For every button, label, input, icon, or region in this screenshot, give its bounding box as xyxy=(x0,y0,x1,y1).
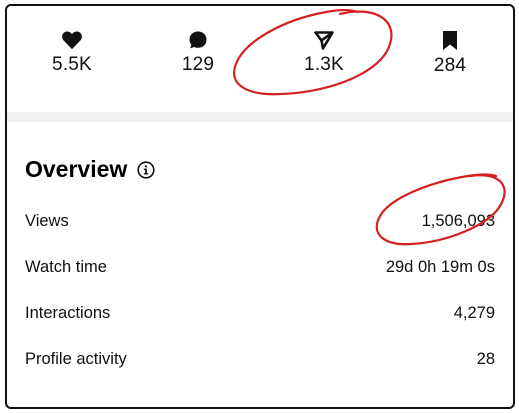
bookmark-icon xyxy=(443,31,457,50)
metric-label: Views xyxy=(25,211,69,230)
info-icon[interactable] xyxy=(137,160,155,179)
engagement-stats: 5.5K 129 1.3K 284 xyxy=(7,6,513,112)
share-icon xyxy=(314,31,334,50)
metric-value: 4,279 xyxy=(453,303,495,322)
metric-row-profile-activity: Profile activity 28 xyxy=(25,347,495,371)
saves-stat[interactable]: 284 xyxy=(410,30,490,77)
metric-label: Profile activity xyxy=(25,349,127,368)
saves-count: 284 xyxy=(433,55,467,76)
likes-count: 5.5K xyxy=(52,54,92,75)
section-divider xyxy=(7,112,513,122)
metric-value: 1,506,093 xyxy=(421,211,495,230)
likes-stat[interactable]: 5.5K xyxy=(32,30,112,76)
shares-stat[interactable]: 1.3K xyxy=(284,30,364,76)
post-insights-panel: 5.5K 129 1.3K 284 Overview Views 1,506,0… xyxy=(5,4,515,409)
shares-count: 1.3K xyxy=(304,54,344,75)
metric-value: 28 xyxy=(476,349,495,368)
metric-label: Watch time xyxy=(25,257,107,276)
overview-header: Overview xyxy=(25,156,155,183)
metric-value: 29d 0h 19m 0s xyxy=(385,257,495,276)
metric-row-views: Views 1,506,093 xyxy=(25,209,495,233)
metric-row-interactions: Interactions 4,279 xyxy=(25,301,495,325)
comment-icon xyxy=(189,31,207,49)
comments-stat[interactable]: 129 xyxy=(158,30,238,76)
metric-row-watch-time: Watch time 29d 0h 19m 0s xyxy=(25,255,495,279)
heart-icon xyxy=(62,31,82,50)
metric-label: Interactions xyxy=(25,303,111,322)
comments-count: 129 xyxy=(181,54,215,75)
overview-title: Overview xyxy=(25,156,128,182)
